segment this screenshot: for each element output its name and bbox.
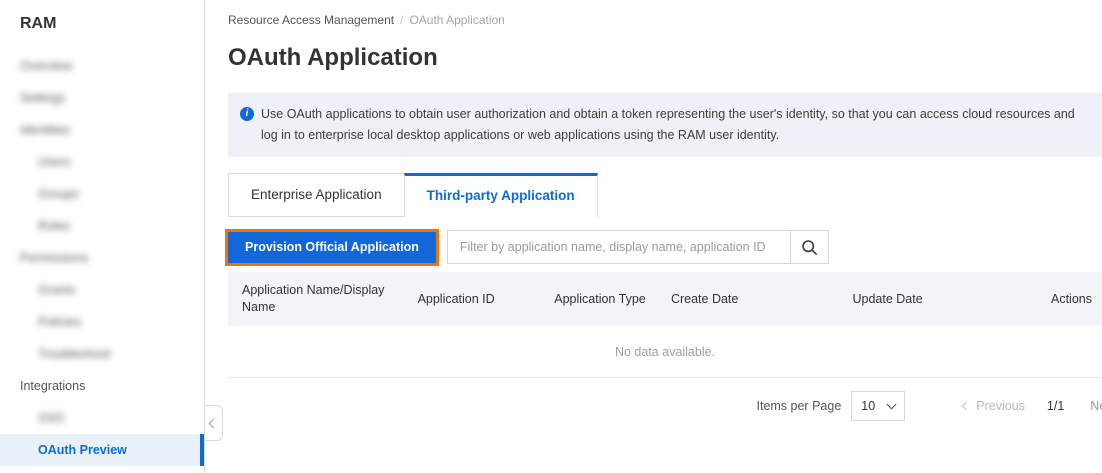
page-title: OAuth Application: [228, 44, 1102, 72]
info-banner: i Use OAuth applications to obtain user …: [228, 93, 1102, 157]
sidebar-title: RAM: [0, 0, 204, 50]
items-per-page-value: 10: [861, 399, 875, 413]
column-header-update-date: Update Date: [853, 291, 1052, 308]
tab-enterprise-application[interactable]: Enterprise Application: [228, 173, 405, 217]
sidebar: RAM Overview Settings Identities Users G…: [0, 0, 205, 473]
column-header-create-date: Create Date: [671, 291, 853, 308]
info-banner-text: Use OAuth applications to obtain user au…: [261, 104, 1088, 146]
sidebar-item-integrations[interactable]: Integrations: [0, 370, 204, 402]
applications-table: Application Name/Display Name Applicatio…: [228, 272, 1102, 378]
ram-console-window: RAM Overview Settings Identities Users G…: [0, 0, 1102, 473]
sidebar-item-troubleshoot[interactable]: Troubleshoot: [0, 338, 204, 370]
items-per-page-label: Items per Page: [757, 399, 842, 413]
collapse-sidebar-icon: [209, 418, 219, 428]
sidebar-item-identities[interactable]: Identities: [0, 114, 204, 146]
sidebar-item-policies[interactable]: Policies: [0, 306, 204, 338]
items-per-page-select[interactable]: 10: [851, 391, 905, 421]
search-icon: [801, 239, 818, 256]
tab-third-party-application[interactable]: Third-party Application: [404, 173, 598, 217]
table-header-row: Application Name/Display Name Applicatio…: [228, 272, 1102, 326]
table-empty-state: No data available.: [228, 326, 1102, 378]
provision-official-application-button[interactable]: Provision Official Application: [228, 232, 436, 263]
column-header-actions: Actions: [1051, 291, 1102, 308]
sidebar-item-oauth-preview[interactable]: OAuth Preview: [0, 434, 204, 466]
sidebar-item-roles[interactable]: Roles: [0, 210, 204, 242]
chevron-left-icon: [962, 402, 970, 410]
sidebar-item-settings[interactable]: Settings: [0, 82, 204, 114]
sidebar-collapse-button[interactable]: [204, 405, 223, 441]
main-content: Resource Access Management / OAuth Applica…: [205, 0, 1102, 473]
breadcrumb-parent[interactable]: Resource Access Management: [228, 13, 394, 27]
application-filter-search: [447, 230, 829, 264]
column-header-application-id: Application ID: [418, 291, 555, 308]
sidebar-item-sso[interactable]: SSO: [0, 402, 204, 434]
previous-page-button[interactable]: Previous: [963, 399, 1025, 413]
column-header-application-type: Application Type: [554, 291, 671, 308]
chevron-down-icon: [887, 399, 897, 409]
search-input[interactable]: [448, 231, 790, 263]
previous-page-label: Previous: [976, 399, 1025, 413]
sidebar-item-groups[interactable]: Groups: [0, 178, 204, 210]
breadcrumb-current: OAuth Application: [409, 13, 504, 27]
breadcrumb: Resource Access Management / OAuth Applica…: [228, 13, 1102, 27]
toolbar: Provision Official Application: [228, 230, 1102, 264]
search-button[interactable]: [790, 231, 828, 263]
tab-bar: Enterprise Application Third-party Appli…: [228, 173, 1102, 217]
sidebar-item-overview[interactable]: Overview: [0, 50, 204, 82]
next-page-button[interactable]: Next: [1090, 399, 1102, 413]
pagination: Items per Page 10 Previous 1/1 Next: [228, 391, 1102, 421]
breadcrumb-separator: /: [400, 13, 403, 27]
sidebar-item-permissions[interactable]: Permissions: [0, 242, 204, 274]
info-icon: i: [240, 107, 254, 121]
sidebar-item-grants[interactable]: Grants: [0, 274, 204, 306]
column-header-application-name: Application Name/Display Name: [228, 282, 418, 316]
page-indicator: 1/1: [1047, 399, 1064, 413]
sidebar-item-users[interactable]: Users: [0, 146, 204, 178]
